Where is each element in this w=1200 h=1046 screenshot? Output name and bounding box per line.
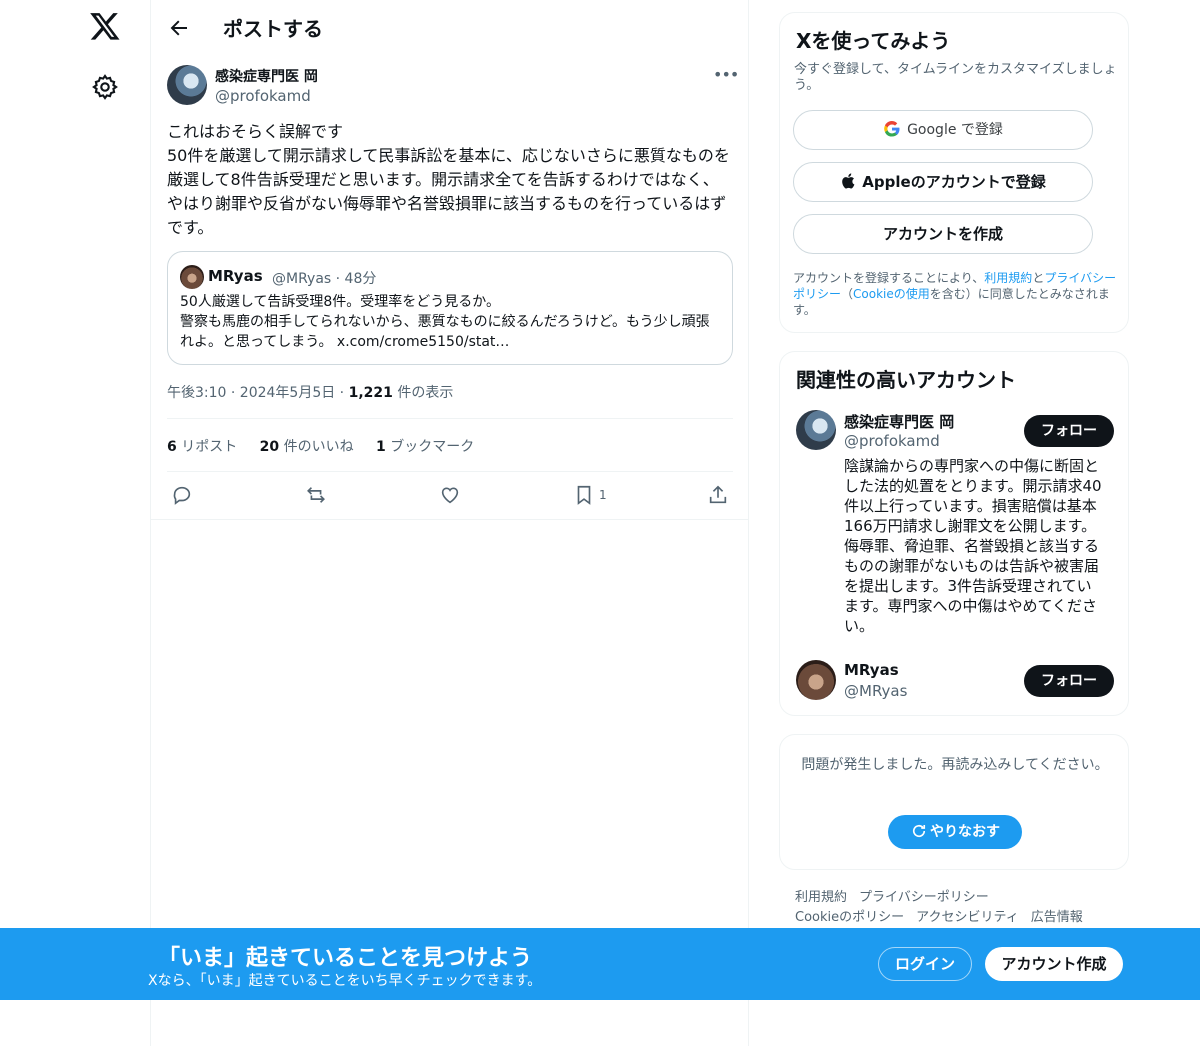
footer-link[interactable]: プライバシーポリシー bbox=[859, 890, 989, 905]
footer-link[interactable]: 広告情報 bbox=[1031, 910, 1083, 925]
bookmark-count: 1 bbox=[599, 488, 607, 502]
main-header: ポストする bbox=[151, 0, 748, 56]
footer-links: 利用規約 プライバシーポリシー Cookieのポリシー アクセシビリティ 広告情報 bbox=[795, 888, 1115, 928]
quote-author-handle: @MRyas · 48分 bbox=[272, 271, 377, 287]
retry-label: やりなおす bbox=[930, 824, 1000, 840]
avatar[interactable] bbox=[796, 410, 836, 450]
bookmark-icon[interactable] bbox=[573, 484, 595, 506]
account-bio: 陰謀論からの専門家への中傷に断固とした法的処置をとります。開示請求40件以上行っ… bbox=[844, 457, 1102, 635]
signup-subtitle: 今すぐ登録して、タイムラインをカスタマイズしましょう。 bbox=[794, 62, 1117, 93]
account-name[interactable]: MRyas bbox=[844, 661, 899, 679]
related-title: 関連性の高いアカウント bbox=[796, 368, 1016, 392]
related-account[interactable]: 感染症専門医 岡 @profokamd フォロー 陰謀論からの専門家への中傷に断… bbox=[796, 410, 1114, 640]
apple-signup-button[interactable]: Appleのアカウントで登録 bbox=[793, 162, 1093, 202]
quote-tweet[interactable]: MRyas @MRyas · 48分 50人厳選して告訴受理8件。受理率をどう見… bbox=[167, 251, 733, 365]
avatar[interactable] bbox=[796, 660, 836, 700]
main-column: ポストする 感染症専門医 岡 @profokamd ••• これはおそらく誤解で… bbox=[150, 0, 749, 1046]
error-message: 問題が発生しました。再読み込みしてください。 bbox=[801, 757, 1109, 773]
divider bbox=[167, 471, 733, 472]
repost-stat[interactable]: 6 リポスト bbox=[167, 439, 237, 455]
google-signup-button[interactable]: Google で登録 bbox=[793, 110, 1093, 150]
follow-button[interactable]: フォロー bbox=[1024, 415, 1114, 447]
footer-link[interactable]: 利用規約 bbox=[795, 890, 847, 905]
tweet-text: これはおそらく誤解です 50件を厳選して開示請求して民事訴訟を基本に、応じないさ… bbox=[167, 122, 730, 237]
cookie-link[interactable]: Cookieの使用 bbox=[853, 287, 930, 301]
footer-link[interactable]: アクセシビリティ bbox=[916, 910, 1019, 925]
google-signup-label: Google で登録 bbox=[907, 122, 1003, 138]
quote-author-name: MRyas bbox=[208, 267, 263, 285]
x-logo-icon[interactable] bbox=[89, 10, 121, 42]
signup-banner: 「いま」起きていることを見つけよう Xなら、「いま」起きていることをいち早くチェ… bbox=[0, 928, 1200, 1000]
left-nav bbox=[0, 0, 150, 1046]
apple-icon bbox=[842, 173, 855, 189]
error-card: 問題が発生しました。再読み込みしてください。 やりなおす bbox=[779, 734, 1129, 870]
related-account[interactable]: MRyas @MRyas フォロー bbox=[796, 660, 1114, 704]
signup-card: Xを使ってみよう 今すぐ登録して、タイムラインをカスタマイズしましょう。 Goo… bbox=[779, 12, 1129, 333]
avatar bbox=[180, 265, 204, 289]
apple-signup-label: Appleのアカウントで登録 bbox=[862, 173, 1046, 191]
tweet-actions: 1 bbox=[167, 480, 733, 512]
page-title: ポストする bbox=[223, 17, 323, 41]
like-stat[interactable]: 20 件のいいね bbox=[260, 439, 354, 455]
share-icon[interactable] bbox=[707, 484, 729, 506]
refresh-icon bbox=[912, 824, 926, 838]
like-icon[interactable] bbox=[439, 484, 461, 506]
quote-text: 50人厳選して告訴受理8件。受理率をどう見るか。 警察も馬鹿の相手してられないか… bbox=[180, 294, 710, 350]
divider bbox=[151, 519, 749, 520]
author-handle[interactable]: @profokamd bbox=[215, 87, 311, 105]
account-handle[interactable]: @profokamd bbox=[844, 432, 940, 450]
author-name[interactable]: 感染症専門医 岡 bbox=[215, 66, 318, 86]
tweet-author: 感染症専門医 岡 @profokamd ••• bbox=[167, 65, 739, 109]
footer-link[interactable]: Cookieのポリシー bbox=[795, 910, 904, 925]
create-account-button[interactable]: アカウントを作成 bbox=[793, 214, 1093, 254]
banner-signup-button[interactable]: アカウント作成 bbox=[985, 947, 1123, 981]
repost-icon[interactable] bbox=[305, 484, 327, 506]
view-count: 1,221 bbox=[348, 385, 393, 401]
bookmark-stat[interactable]: 1 ブックマーク bbox=[376, 439, 474, 455]
login-button[interactable]: ログイン bbox=[878, 947, 972, 981]
back-arrow-icon[interactable] bbox=[165, 14, 193, 42]
avatar[interactable] bbox=[167, 65, 207, 105]
follow-button[interactable]: フォロー bbox=[1024, 665, 1114, 697]
more-icon[interactable]: ••• bbox=[713, 67, 739, 87]
banner-subtitle: Xなら、「いま」起きていることをいち早くチェックできます。 bbox=[148, 973, 542, 989]
account-name[interactable]: 感染症専門医 岡 bbox=[844, 411, 954, 432]
reply-icon[interactable] bbox=[171, 484, 193, 506]
retry-button[interactable]: やりなおす bbox=[888, 815, 1022, 849]
signup-title: Xを使ってみよう bbox=[796, 29, 951, 53]
tweet-meta: 午後3:10 · 2024年5月5日 · 1,221 件の表示 bbox=[167, 382, 453, 402]
tweet-stats: 6 リポスト 20 件のいいね 1 ブックマーク bbox=[167, 436, 492, 456]
gear-icon[interactable] bbox=[91, 73, 119, 101]
terms-link[interactable]: 利用規約 bbox=[984, 271, 1032, 285]
tweet-time[interactable]: 午後3:10 · 2024年5月5日 · bbox=[167, 385, 349, 401]
account-handle[interactable]: @MRyas bbox=[844, 682, 907, 700]
signup-legal-text: アカウントを登録することにより、利用規約とプライバシーポリシー（Cookieの使… bbox=[793, 271, 1117, 317]
quote-header: MRyas @MRyas · 48分 bbox=[180, 264, 720, 289]
google-icon bbox=[884, 121, 900, 137]
view-label: 件の表示 bbox=[392, 385, 454, 401]
banner-title: 「いま」起きていることを見つけよう bbox=[158, 946, 533, 971]
related-accounts-card: 関連性の高いアカウント 感染症専門医 岡 @profokamd フォロー 陰謀論… bbox=[779, 351, 1129, 716]
divider bbox=[167, 418, 733, 419]
